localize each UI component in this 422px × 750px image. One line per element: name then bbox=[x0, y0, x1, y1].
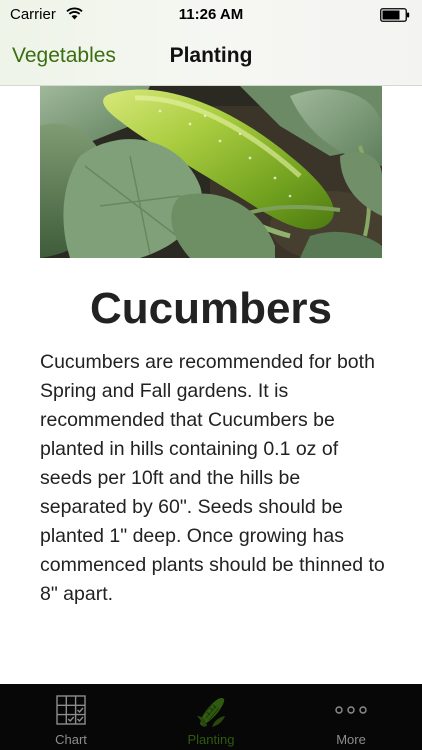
cucumber-photo bbox=[40, 86, 382, 258]
navigation-bar: Carrier 11:26 AM Vegetables Planting bbox=[0, 0, 422, 86]
battery-icon bbox=[380, 8, 410, 22]
tab-bar: Chart Planting More bbox=[0, 684, 422, 750]
corn-icon bbox=[197, 698, 225, 727]
tab-planting-label: Planting bbox=[187, 732, 235, 747]
vegetable-description: Cucumbers are recommended for both Sprin… bbox=[40, 351, 385, 605]
grid-chart-icon bbox=[56, 695, 86, 725]
planting-screen: Carrier 11:26 AM Vegetables Planting Cuc… bbox=[0, 0, 422, 750]
tab-more[interactable]: More bbox=[281, 684, 421, 750]
more-dots-icon bbox=[335, 706, 367, 714]
tab-chart-label: Chart bbox=[55, 732, 87, 747]
status-time: 11:26 AM bbox=[178, 6, 244, 23]
page-title: Planting bbox=[169, 44, 253, 67]
tab-more-label: More bbox=[336, 732, 366, 747]
status-bar: Carrier 11:26 AM bbox=[0, 0, 422, 30]
tab-chart[interactable]: Chart bbox=[1, 684, 141, 750]
tab-planting[interactable]: Planting bbox=[141, 684, 281, 750]
vegetable-name: Cucumbers bbox=[89, 284, 333, 333]
